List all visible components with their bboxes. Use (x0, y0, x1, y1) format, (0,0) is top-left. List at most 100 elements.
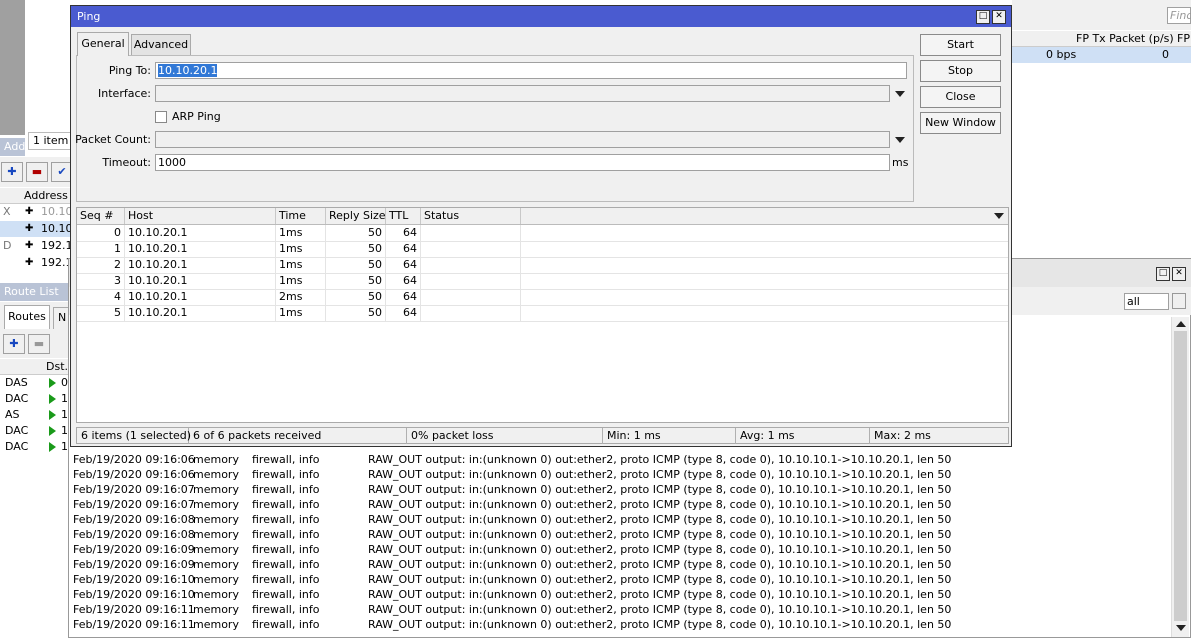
route-row[interactable]: DAC 1 (0, 423, 72, 439)
add-address-button[interactable]: ✚ (1, 162, 23, 182)
scroll-thumb[interactable] (1174, 331, 1187, 621)
ping-close-button[interactable]: ✕ (992, 10, 1006, 24)
reply-size-cell: 50 (326, 241, 386, 257)
log-filter-dropdown-button[interactable] (1172, 293, 1186, 309)
status-cell (421, 273, 521, 289)
log-message: RAW_OUT output: in:(unknown 0) out:ether… (368, 483, 952, 496)
address-column-header[interactable]: Address (0, 188, 72, 204)
log-row[interactable]: Feb/19/2020 09:16:09 memory firewall, info… (73, 542, 1168, 557)
reply-size-cell: 50 (326, 305, 386, 321)
ping-result-row[interactable]: 0 10.10.20.1 1ms 50 64 (77, 225, 1008, 242)
log-close-button[interactable]: ✕ (1172, 267, 1186, 281)
arp-ping-label: ARP Ping (172, 110, 221, 123)
add-route-button[interactable]: ✚ (3, 334, 25, 354)
log-row[interactable]: Feb/19/2020 09:16:08 memory firewall, info… (73, 527, 1168, 542)
tab-general[interactable]: General (77, 32, 129, 56)
log-buffer: memory (193, 528, 239, 541)
log-row[interactable]: Feb/19/2020 09:16:10 memory firewall, info… (73, 587, 1168, 602)
seq-cell: 4 (77, 289, 125, 305)
status-column-header[interactable]: Status (421, 208, 521, 224)
log-time: Feb/19/2020 09:16:10 (73, 573, 195, 586)
address-row[interactable]: ✚ 192.16 (0, 255, 80, 271)
log-buffer: memory (193, 453, 239, 466)
scroll-up-icon[interactable] (1176, 321, 1186, 327)
close-button[interactable]: Close (920, 86, 1001, 108)
timeout-input[interactable]: 1000 (155, 154, 890, 171)
host-cell: 10.10.20.1 (125, 225, 276, 241)
seq-cell: 3 (77, 273, 125, 289)
host-column-header[interactable]: Host (125, 208, 276, 224)
remove-route-button[interactable]: ▬ (28, 334, 50, 354)
time-column-header[interactable]: Time (276, 208, 326, 224)
route-row[interactable]: DAC 1 (0, 439, 72, 455)
ping-result-row[interactable]: 4 10.10.20.1 2ms 50 64 (77, 289, 1008, 306)
route-flags: DAC (5, 440, 29, 453)
route-row[interactable]: AS 1 (0, 407, 72, 423)
log-row[interactable]: Feb/19/2020 09:16:09 memory firewall, info… (73, 557, 1168, 572)
log-row[interactable]: Feb/19/2020 09:16:06 memory firewall, info… (73, 452, 1168, 467)
log-time: Feb/19/2020 09:16:11 (73, 618, 195, 631)
ttl-column-header[interactable]: TTL (386, 208, 421, 224)
stop-button[interactable]: Stop (920, 60, 1001, 82)
ping-maximize-button[interactable]: □ (976, 10, 990, 24)
find-input[interactable]: Find (1167, 7, 1191, 24)
log-time: Feb/19/2020 09:16:08 (73, 528, 195, 541)
reply-size-cell: 50 (326, 273, 386, 289)
route-flags: DAC (5, 392, 29, 405)
ping-to-input[interactable]: 10.10.20.1 (155, 62, 907, 79)
route-flag-icon (49, 426, 56, 436)
address-row[interactable]: D ✚ 192.16 (0, 238, 80, 254)
log-scrollbar[interactable] (1171, 317, 1189, 637)
fp-tx-packet-column[interactable]: FP Tx Packet (p/s) (1076, 32, 1174, 45)
log-maximize-button[interactable]: □ (1156, 267, 1170, 281)
reply-size-column-header[interactable]: Reply Size (326, 208, 386, 224)
log-row[interactable]: Feb/19/2020 09:16:07 memory firewall, info… (73, 482, 1168, 497)
ping-result-row[interactable]: 5 10.10.20.1 1ms 50 64 (77, 305, 1008, 322)
new-window-button[interactable]: New Window (920, 112, 1001, 134)
ping-result-row[interactable]: 2 10.10.20.1 1ms 50 64 (77, 257, 1008, 274)
ping-result-row[interactable]: 1 10.10.20.1 1ms 50 64 (77, 241, 1008, 258)
route-flags: DAC (5, 424, 29, 437)
interface-select[interactable] (155, 85, 890, 102)
seq-column-header[interactable]: Seq # (77, 208, 125, 224)
status-avg: Avg: 1 ms (736, 428, 870, 444)
tab-routes[interactable]: Routes (4, 305, 50, 329)
ping-result-row[interactable]: 3 10.10.20.1 1ms 50 64 (77, 273, 1008, 290)
address-row[interactable]: ✚ 10.10. (0, 221, 76, 237)
arp-ping-checkbox[interactable] (155, 111, 167, 123)
log-time: Feb/19/2020 09:16:06 (73, 453, 195, 466)
log-row[interactable]: Feb/19/2020 09:16:07 memory firewall, info… (73, 497, 1168, 512)
address-row[interactable]: X ✚ 10.10. (0, 204, 76, 220)
remove-address-button[interactable]: ▬ (26, 162, 48, 182)
ping-titlebar[interactable]: Ping (71, 6, 1011, 27)
route-column-header[interactable]: Dst. (0, 359, 72, 375)
scroll-down-icon[interactable] (1176, 625, 1186, 631)
log-buffer: memory (193, 468, 239, 481)
log-row[interactable]: Feb/19/2020 09:16:10 memory firewall, info… (73, 572, 1168, 587)
route-row[interactable]: DAC 1 (0, 391, 72, 407)
ping-to-label: Ping To: (108, 64, 151, 77)
packet-count-dropdown-icon[interactable] (895, 137, 905, 143)
seq-cell: 2 (77, 257, 125, 273)
start-button[interactable]: Start (920, 34, 1001, 56)
route-row[interactable]: DAS 0 (0, 375, 72, 391)
reply-size-cell: 50 (326, 289, 386, 305)
log-filter-select[interactable]: all (1124, 293, 1169, 310)
fp-column[interactable]: FP (1177, 32, 1190, 45)
columns-dropdown-icon[interactable] (994, 213, 1004, 219)
route-flags: DAS (5, 376, 28, 389)
log-time: Feb/19/2020 09:16:08 (73, 513, 195, 526)
packet-count-select[interactable] (155, 131, 890, 148)
log-row[interactable]: Feb/19/2020 09:16:11 memory firewall, info… (73, 602, 1168, 617)
log-message: RAW_OUT output: in:(unknown 0) out:ether… (368, 588, 952, 601)
ping-to-value: 10.10.20.1 (158, 64, 218, 77)
log-row[interactable]: Feb/19/2020 09:16:06 memory firewall, info… (73, 467, 1168, 482)
interface-dropdown-icon[interactable] (895, 91, 905, 97)
log-topics: firewall, info (252, 558, 320, 571)
tab-advanced[interactable]: Advanced (131, 34, 191, 55)
log-buffer: memory (193, 483, 239, 496)
log-row[interactable]: Feb/19/2020 09:16:11 memory firewall, info… (73, 617, 1168, 632)
log-row[interactable]: Feb/19/2020 09:16:08 memory firewall, info… (73, 512, 1168, 527)
log-message: RAW_OUT output: in:(unknown 0) out:ether… (368, 543, 952, 556)
fp-tx-value: 0 (1162, 48, 1169, 61)
